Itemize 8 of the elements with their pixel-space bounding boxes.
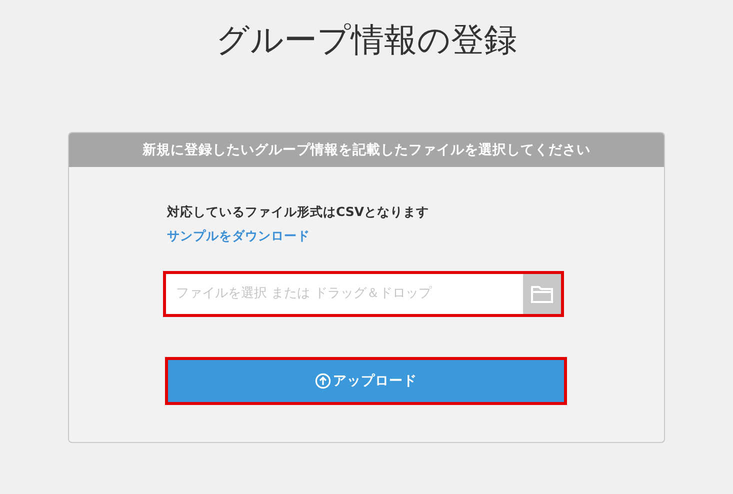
page-title: グループ情報の登録	[216, 19, 517, 61]
format-note: 対応しているファイル形式はCSVとなります	[167, 203, 430, 221]
upload-icon	[315, 373, 331, 389]
file-drop-field[interactable]: ファイルを選択 または ドラッグ＆ドロップ	[163, 271, 564, 317]
upload-button[interactable]: アップロード	[165, 357, 567, 405]
card-header: 新規に登録したいグループ情報を記載したファイルを選択してください	[69, 133, 664, 167]
sample-download-link[interactable]: サンプルをダウンロード	[167, 227, 310, 245]
folder-icon[interactable]	[523, 274, 561, 314]
